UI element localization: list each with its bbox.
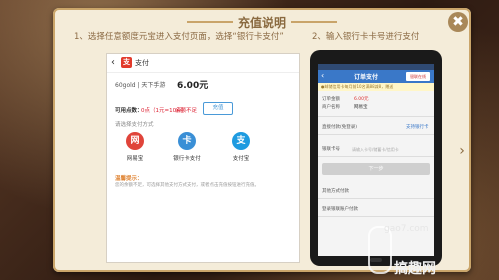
step2-instruction: 2、输入银行卡卡号进行支付 bbox=[312, 32, 420, 42]
payment-method-label: 支付宝 bbox=[232, 156, 250, 162]
payment-page-screenshot: ‹ 支 支付 60gold | 天下手游 6.00元 可用点数： 0点（1元=1… bbox=[106, 53, 300, 263]
back-icon: ‹ bbox=[111, 57, 115, 68]
other-methods-label: 其他方式付款 bbox=[322, 189, 349, 194]
unionpay-nav-bar: ‹ 订单支付 银联在线 bbox=[318, 70, 434, 83]
order-payment-title: 订单支付 bbox=[354, 74, 379, 81]
card-number-field: 请输入卡号/储蓄卡/信用卡 bbox=[352, 147, 399, 152]
divider bbox=[318, 134, 434, 135]
payment-title: 支付 bbox=[135, 59, 149, 67]
close-button[interactable]: ✖ bbox=[448, 12, 468, 32]
back-icon: ‹ bbox=[321, 71, 325, 80]
tip-text: 您的余额不足，可选择其他支付方式支付，或者点击充值按钮进行充值。 bbox=[115, 183, 259, 188]
divider bbox=[318, 116, 434, 117]
alipay-icon: 支 bbox=[232, 132, 250, 150]
next-step-button: 下一步 bbox=[322, 163, 430, 175]
insufficient-balance-note: 余额不足 bbox=[175, 108, 198, 114]
order-amount-value: 6.00元 bbox=[354, 97, 369, 102]
product-name: 60gold | 天下手游 bbox=[115, 82, 166, 89]
pay-logo-icon: 支 bbox=[121, 57, 132, 68]
divider bbox=[318, 198, 434, 199]
payment-method-label: 银行卡支付 bbox=[173, 156, 201, 162]
payment-method-label: 网易宝 bbox=[126, 156, 144, 162]
login-unionpay-label: 登录银联账户付款 bbox=[322, 207, 358, 212]
supported-cards-link: 支持银行卡 bbox=[406, 125, 429, 130]
watermark-brand: 搞趣网 bbox=[394, 261, 436, 277]
merchant-label: 商户名称 bbox=[322, 105, 340, 110]
direct-pay-label: 直接付款(免登录) bbox=[322, 125, 358, 130]
unionpay-logo: 银联在线 bbox=[406, 72, 430, 81]
order-amount-label: 订单金额 bbox=[322, 97, 340, 102]
payment-method-alipay: 支 支付宝 bbox=[221, 132, 261, 162]
divider bbox=[318, 156, 434, 157]
bank-card-icon: 卡 bbox=[178, 132, 196, 150]
payment-header: ‹ 支 支付 bbox=[107, 54, 299, 73]
balance-label: 可用点数： bbox=[115, 108, 143, 114]
title-ornament-right bbox=[291, 21, 337, 23]
next-page-arrow-icon[interactable]: › bbox=[455, 143, 469, 159]
netease-pay-icon: 网 bbox=[126, 132, 144, 150]
divider bbox=[318, 216, 434, 217]
promo-notice: ●邮储信用卡每月前10名满88减8，赠送 bbox=[318, 83, 434, 91]
step1-instruction: 1、选择任意额度元宝进入支付页面，选择“银行卡支付” bbox=[74, 32, 284, 42]
dialog-title: 充值说明 bbox=[237, 16, 286, 30]
choose-method-label: 请选择支付方式 bbox=[115, 122, 154, 128]
watermark-domain: gao7.com bbox=[384, 224, 429, 234]
tip-title: 温馨提示： bbox=[115, 176, 143, 182]
payment-method-bank-card: 卡 银行卡支付 bbox=[167, 132, 207, 162]
product-price: 6.00元 bbox=[177, 81, 209, 91]
card-number-label: 银联卡号 bbox=[322, 147, 340, 152]
payment-method-netease: 网 网易宝 bbox=[115, 132, 155, 162]
merchant-value: 网易宝 bbox=[354, 105, 368, 110]
recharge-button: 充值 bbox=[203, 102, 233, 115]
